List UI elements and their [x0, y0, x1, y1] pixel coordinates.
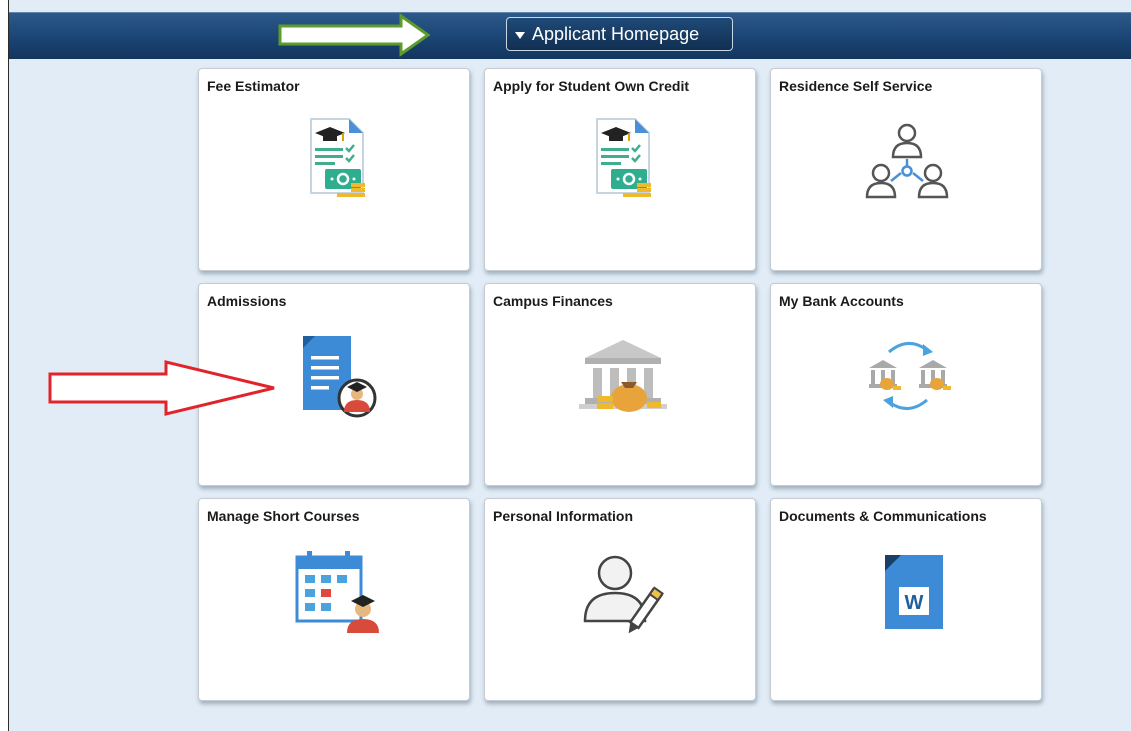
bank-transfer-icon [869, 342, 951, 410]
tile-label: Manage Short Courses [207, 508, 360, 524]
tile-campus-finances[interactable]: Campus Finances [484, 283, 756, 486]
tile-label: Fee Estimator [207, 78, 300, 94]
tile-residence-self-service[interactable]: Residence Self Service [770, 68, 1042, 271]
red-annotation-arrow [48, 360, 275, 416]
tile-apply-student-own-credit[interactable]: Apply for Student Own Credit [484, 68, 756, 271]
tile-label: Apply for Student Own Credit [493, 78, 689, 94]
top-banner: Applicant Homepage [9, 12, 1131, 59]
caret-down-icon [515, 31, 525, 39]
fee-estimator-icon [310, 118, 365, 197]
homepage-selector-label: Applicant Homepage [532, 23, 700, 44]
credit-application-icon [596, 118, 651, 197]
tile-documents-communications[interactable]: Documents & Communications W [770, 498, 1042, 701]
people-network-icon [865, 123, 949, 199]
tile-label: Residence Self Service [779, 78, 933, 94]
tile-manage-short-courses[interactable]: Manage Short Courses [198, 498, 470, 701]
word-document-icon: W [885, 555, 943, 629]
homepage-selector-button[interactable]: Applicant Homepage [506, 17, 733, 51]
green-annotation-arrow [278, 13, 431, 57]
tile-label: Admissions [207, 293, 287, 309]
admissions-document-icon [303, 336, 377, 418]
tile-my-bank-accounts[interactable]: My Bank Accounts [770, 283, 1042, 486]
bank-building-money-icon [579, 340, 667, 412]
tile-personal-information[interactable]: Personal Information [484, 498, 756, 701]
tile-label: Campus Finances [493, 293, 613, 309]
user-edit-icon [583, 555, 664, 634]
tile-label: My Bank Accounts [779, 293, 904, 309]
calendar-graduate-icon [295, 551, 379, 633]
svg-text:W: W [905, 592, 924, 614]
tile-label: Personal Information [493, 508, 634, 524]
tile-fee-estimator[interactable]: Fee Estimator [198, 68, 470, 271]
tile-label: Documents & Communications [779, 508, 987, 524]
